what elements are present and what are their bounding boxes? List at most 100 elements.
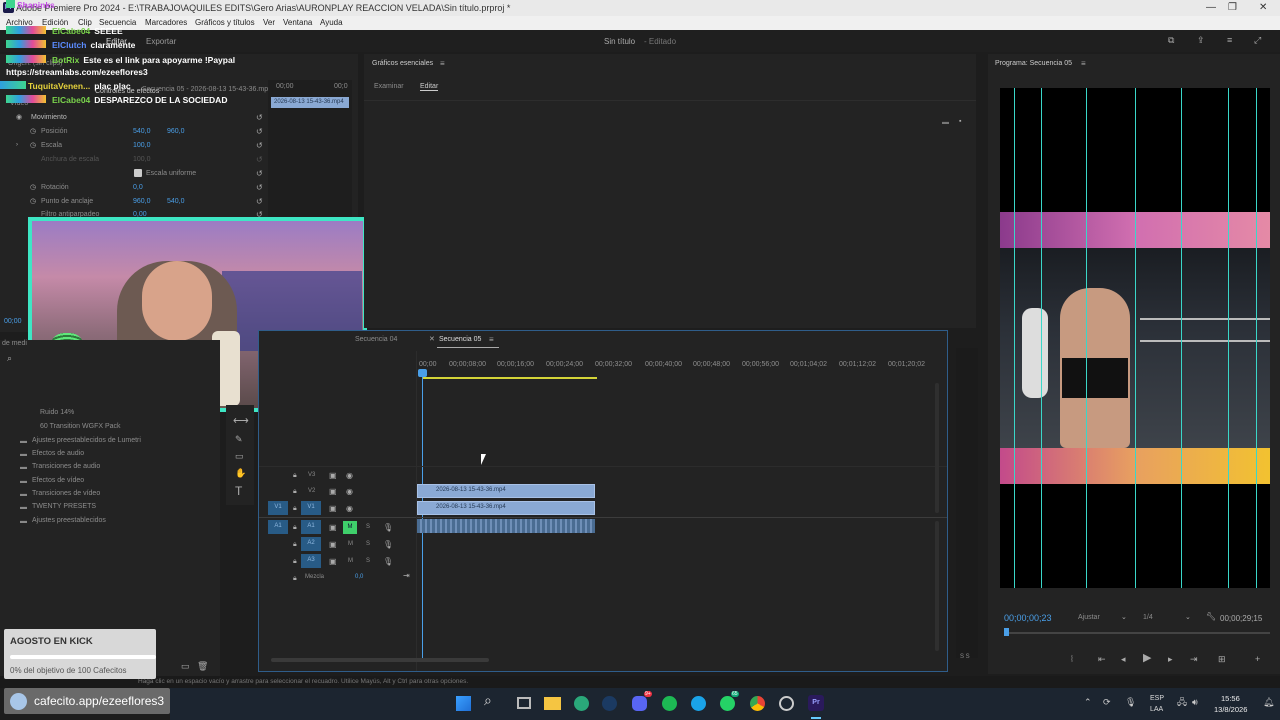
close-tab-icon[interactable]: ✕ bbox=[429, 335, 435, 344]
sync-icon[interactable]: ▣ bbox=[329, 557, 337, 566]
timeline-horizontal-scrollbar[interactable] bbox=[271, 658, 489, 662]
ripple-tool-icon[interactable]: ⟷ bbox=[233, 416, 249, 427]
network-icon[interactable]: 🖧 bbox=[1177, 698, 1187, 707]
share-icon[interactable]: ⇪ bbox=[1197, 36, 1205, 45]
new-bin-icon[interactable]: ▭ bbox=[181, 662, 190, 671]
wrench-icon[interactable]: 🔧︎ bbox=[1206, 612, 1216, 621]
posicion-y[interactable]: 960,0 bbox=[167, 128, 185, 135]
chevron-down-icon[interactable]: ⌄ bbox=[1121, 613, 1127, 622]
step-forward-marker-icon[interactable]: ⇥ bbox=[1190, 655, 1198, 664]
project-item[interactable]: Efectos de vídeo bbox=[32, 477, 84, 484]
reset-icon[interactable]: ↺ bbox=[256, 127, 263, 136]
notification-icon[interactable]: 🔔︎ bbox=[1263, 698, 1274, 707]
lock-icon[interactable]: 🔒︎ bbox=[293, 574, 297, 583]
steam-icon[interactable] bbox=[602, 696, 617, 711]
clock-time[interactable]: 15:56 bbox=[1221, 694, 1240, 703]
lock-icon[interactable]: 🔒︎ bbox=[293, 557, 297, 566]
playhead-handle[interactable] bbox=[418, 369, 427, 377]
project-item[interactable]: TWENTY PRESETS bbox=[32, 503, 96, 510]
rotacion-value[interactable]: 0,0 bbox=[133, 184, 143, 191]
microphone-icon[interactable]: 🎙︎ bbox=[383, 540, 393, 549]
clip-v2[interactable]: 2026-08-13 15-43-36.mp4 bbox=[417, 484, 595, 498]
program-playhead[interactable] bbox=[1004, 628, 1009, 636]
project-item[interactable]: Transiciones de vídeo bbox=[32, 490, 100, 497]
mute-button-a3[interactable]: M bbox=[348, 558, 353, 564]
eye-icon[interactable]: ◉ bbox=[346, 487, 353, 496]
menu-ayuda[interactable]: Ayuda bbox=[320, 18, 343, 27]
source-a1-toggle[interactable]: A1 bbox=[268, 520, 288, 534]
menu-ventana[interactable]: Ventana bbox=[283, 18, 312, 27]
escala-value[interactable]: 100,0 bbox=[133, 142, 151, 149]
panel-menu-icon[interactable]: ≡ bbox=[440, 59, 445, 68]
obs-icon[interactable] bbox=[779, 696, 794, 711]
reset-icon[interactable]: ↺ bbox=[256, 169, 263, 178]
solo-button-a2[interactable]: S bbox=[366, 541, 370, 547]
reset-icon[interactable]: ↺ bbox=[256, 183, 263, 192]
stopwatch-icon[interactable]: ◷ bbox=[30, 141, 36, 150]
project-item[interactable]: Ajustes preestablecidos de Lumetri bbox=[32, 437, 141, 444]
fullscreen-icon[interactable]: ⤢ bbox=[1254, 36, 1261, 45]
microphone-tray-icon[interactable]: 🎙︎ bbox=[1125, 698, 1136, 707]
chevron-up-icon[interactable]: ⌃ bbox=[1084, 698, 1092, 707]
mark-in-icon[interactable]: ⦚ bbox=[1071, 655, 1073, 664]
minimize-button[interactable]: — bbox=[1206, 2, 1216, 13]
lock-icon[interactable]: 🔒︎ bbox=[293, 504, 297, 513]
clip-a1-audio[interactable] bbox=[417, 519, 595, 533]
solo-button-a1[interactable]: S bbox=[366, 524, 370, 530]
eye-icon[interactable]: ◉ bbox=[16, 113, 22, 122]
clip-v1[interactable]: 2026-08-13 15-43-36.mp4 bbox=[417, 501, 595, 515]
type-tool-icon[interactable]: T bbox=[235, 485, 242, 497]
play-icon[interactable]: ▶ bbox=[1143, 653, 1151, 664]
sync-icon[interactable]: ▣ bbox=[329, 471, 337, 480]
panel-menu-icon[interactable]: ≡ bbox=[489, 335, 494, 344]
escala-uniforme-checkbox[interactable] bbox=[134, 169, 142, 177]
premiere-taskbar-icon[interactable]: Pr bbox=[808, 695, 824, 711]
microphone-icon[interactable]: 🎙︎ bbox=[383, 557, 393, 566]
track-a2-target[interactable]: A2 bbox=[301, 537, 321, 551]
lock-icon[interactable]: 🔒︎ bbox=[293, 471, 297, 480]
mezcla-value[interactable]: 0,0 bbox=[355, 574, 363, 580]
pen-tool-icon[interactable]: ✎ bbox=[235, 435, 243, 444]
add-button-icon[interactable]: + bbox=[1255, 655, 1260, 664]
refresh-tray-icon[interactable]: ⟳ bbox=[1103, 698, 1111, 707]
track-a1-target[interactable]: A1 bbox=[301, 520, 321, 534]
search-taskbar-icon[interactable]: ⌕ bbox=[484, 693, 492, 707]
step-back-icon[interactable]: ◂ bbox=[1121, 655, 1126, 664]
program-timecode[interactable]: 00;00;00;23 bbox=[1004, 613, 1052, 623]
new-layer-icon[interactable]: ▬ bbox=[942, 118, 949, 127]
menu-icon[interactable]: ≡ bbox=[1227, 36, 1232, 45]
posicion-x[interactable]: 540,0 bbox=[133, 128, 151, 135]
tab-secuencia-05[interactable]: Secuencia 05 bbox=[439, 336, 481, 343]
lock-icon[interactable]: 🔒︎ bbox=[293, 487, 297, 496]
project-item[interactable]: Ruido 14% bbox=[40, 409, 74, 416]
step-forward-icon[interactable]: ▸ bbox=[1168, 655, 1173, 664]
language-1[interactable]: ESP bbox=[1150, 695, 1164, 702]
project-item[interactable]: Transiciones de audio bbox=[32, 463, 100, 470]
new-item-icon[interactable]: ▪ bbox=[959, 117, 961, 126]
panel-menu-icon[interactable]: ≡ bbox=[1081, 59, 1086, 68]
maximize-button[interactable]: ❐ bbox=[1228, 2, 1237, 13]
sync-icon[interactable]: ▣ bbox=[329, 504, 337, 513]
workspace-icon[interactable]: ⧉ bbox=[1168, 36, 1174, 45]
spotify-icon[interactable] bbox=[662, 696, 677, 711]
lock-icon[interactable]: 🔒︎ bbox=[293, 540, 297, 549]
mute-button-a1[interactable]: M bbox=[343, 521, 357, 534]
sync-icon[interactable]: ▣ bbox=[329, 523, 337, 532]
mute-button-a2[interactable]: M bbox=[348, 541, 353, 547]
reset-icon[interactable]: ↺ bbox=[256, 141, 263, 150]
sync-icon[interactable]: ▣ bbox=[329, 487, 337, 496]
reset-icon[interactable]: ↺ bbox=[256, 155, 263, 164]
track-a3-target[interactable]: A3 bbox=[301, 554, 321, 568]
go-to-end-icon[interactable]: ⇥ bbox=[403, 571, 410, 580]
eye-icon[interactable]: ◉ bbox=[346, 504, 353, 513]
eye-icon[interactable]: ◉ bbox=[346, 471, 353, 480]
lock-icon[interactable]: 🔒︎ bbox=[293, 523, 297, 532]
program-scrubber[interactable] bbox=[1004, 632, 1270, 634]
chevron-down-icon[interactable]: ⌄ bbox=[1185, 613, 1191, 622]
timeline-vertical-scroll[interactable] bbox=[935, 383, 939, 513]
project-item[interactable]: Ajustes preestablecidos bbox=[32, 517, 106, 524]
work-area-bar[interactable] bbox=[423, 377, 597, 379]
timeline-vertical-scroll-audio[interactable] bbox=[935, 521, 939, 651]
reset-icon[interactable]: ↺ bbox=[256, 197, 263, 206]
project-item[interactable]: Efectos de audio bbox=[32, 450, 84, 457]
